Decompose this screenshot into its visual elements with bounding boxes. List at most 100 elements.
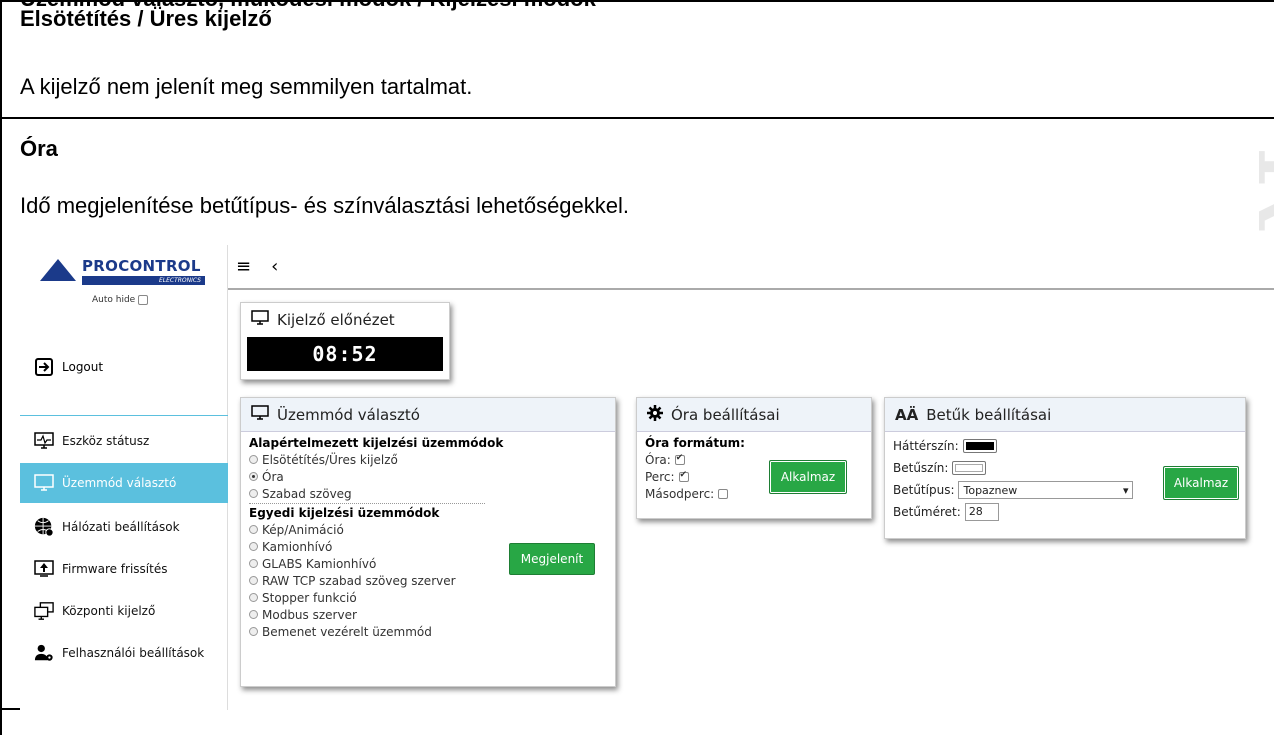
logout-icon — [34, 357, 54, 377]
radio[interactable] — [249, 593, 258, 602]
autohide-toggle[interactable]: Auto hide — [92, 295, 149, 305]
sidebar-item-kozponti-kijelzo[interactable]: Központi kijelző — [20, 591, 228, 631]
fg-color-label: Betűszín: — [893, 461, 949, 475]
radio[interactable] — [249, 489, 258, 498]
monitor-pulse-icon — [34, 431, 54, 451]
bg-color-picker[interactable] — [962, 439, 997, 453]
font-panel-header: AÄ Betűk beállításai — [885, 398, 1245, 432]
mode-option-clock[interactable]: Óra — [249, 468, 607, 485]
sidebar-item-label: Eszköz státusz — [62, 434, 150, 448]
app-screenshot: PROCONTROL ELECTRONICS Auto hide Logout … — [20, 245, 1274, 710]
clock-display: 08:52 — [247, 337, 443, 371]
second-label: Másodperc: — [645, 486, 715, 501]
option-label: RAW TCP szabad szöveg szerver — [262, 573, 456, 588]
preview-panel: Kijelző előnézet 08:52 — [240, 302, 450, 380]
group-divider — [249, 503, 485, 504]
logo-triangle-icon — [40, 259, 76, 281]
radio[interactable] — [249, 627, 258, 636]
preview-panel-header: Kijelző előnézet — [241, 303, 449, 337]
logo-name: PROCONTROL — [82, 257, 201, 275]
font-type-select[interactable]: Topaznew ▾ — [958, 481, 1134, 499]
table-top-border — [0, 0, 1274, 2]
spacer — [228, 708, 229, 735]
sidebar-divider — [20, 415, 228, 416]
radio[interactable] — [249, 455, 258, 464]
section-text-clock: Idő megjelenítése betűtípus- és színvála… — [20, 193, 630, 218]
upload-icon — [34, 559, 54, 579]
sidebar-item-uzemmod-valaszto[interactable]: Üzemmód választó — [20, 463, 228, 503]
chevron-left-icon[interactable]: ‹ — [271, 256, 278, 277]
svg-text:R: R — [1233, 145, 1274, 231]
dropdown-arrow-icon: ▾ — [1122, 483, 1129, 497]
apply-font-button[interactable]: Alkalmaz — [1163, 466, 1239, 500]
sidebar-item-label: Üzemmód választó — [62, 476, 177, 490]
sidebar-item-felhasznaloi-beallitasok[interactable]: Felhasználói beállítások — [20, 633, 228, 673]
font-size-input[interactable]: 28 — [964, 503, 999, 521]
mode-option-image[interactable]: Kép/Animáció — [249, 521, 607, 538]
option-label: Szabad szöveg — [262, 486, 352, 501]
mode-panel-body: Alapértelmezett kijelzési üzemmódok Elsö… — [241, 432, 615, 644]
table-left-border — [0, 0, 2, 735]
option-label: Óra — [262, 469, 284, 484]
radio[interactable] — [249, 559, 258, 568]
sidebar-item-label: Firmware frissítés — [62, 562, 168, 576]
monitor-icon — [251, 404, 269, 425]
mode-panel: Üzemmód választó Alapértelmezett kijelzé… — [240, 397, 616, 687]
watermark-letters: CO R — [1233, 65, 1274, 239]
mode-option-stopper[interactable]: Stopper funkció — [249, 589, 607, 606]
sidebar-item-label: Központi kijelző — [62, 604, 156, 618]
clock-format-label: Óra formátum: — [645, 436, 745, 450]
procontrol-logo: PROCONTROL ELECTRONICS — [40, 255, 210, 291]
preview-title: Kijelző előnézet — [277, 311, 395, 329]
mode-option-modbus[interactable]: Modbus szerver — [249, 606, 607, 623]
mode-option-free-text[interactable]: Szabad szöveg — [249, 485, 607, 502]
sidebar-item-firmware-frissites[interactable]: Firmware frissítés — [20, 549, 228, 589]
show-button[interactable]: Megjelenít — [509, 543, 595, 575]
monitor-icon — [34, 473, 54, 493]
globe-gear-icon — [34, 517, 54, 537]
sidebar-item-eszkoz-statusz[interactable]: Eszköz státusz — [20, 421, 228, 461]
group-default-title: Alapértelmezett kijelzési üzemmódok — [249, 436, 504, 450]
mode-panel-header: Üzemmód választó — [241, 398, 615, 432]
font-type-label: Betűtípus: — [893, 483, 955, 497]
mode-option-input-driven[interactable]: Bemenet vezérelt üzemmód — [249, 623, 607, 640]
monitor-icon — [251, 310, 269, 330]
apply-clock-button[interactable]: Alkalmaz — [769, 460, 847, 494]
autohide-checkbox[interactable] — [138, 295, 149, 305]
radio[interactable] — [249, 525, 258, 534]
hour-checkbox[interactable] — [674, 453, 685, 465]
option-label: Kép/Animáció — [262, 522, 344, 537]
section-title-blank: Elsötétítés / Üres kijelző — [20, 6, 272, 31]
radio[interactable] — [249, 610, 258, 619]
clock-panel-title: Óra beállításai — [671, 405, 780, 424]
clock-panel: Óra beállításai Óra formátum: Óra: Perc:… — [636, 397, 872, 519]
font-panel-title: Betűk beállításai — [926, 405, 1052, 424]
fg-color-picker[interactable] — [952, 461, 987, 475]
font-type-value: Topaznew — [963, 483, 1018, 497]
logout-button[interactable]: Logout — [34, 357, 103, 377]
font-size-row: Betűméret: 28 — [893, 501, 1237, 523]
sidebar-item-halozati-beallitasok[interactable]: Hálózati beállítások — [20, 507, 228, 547]
minute-checkbox[interactable] — [678, 470, 689, 482]
font-size-icon: AÄ — [895, 405, 919, 424]
option-label: Modbus szerver — [262, 607, 357, 622]
mode-option-blank[interactable]: Elsötétítés/Üres kijelző — [249, 451, 607, 468]
option-label: Bemenet vezérelt üzemmód — [262, 624, 432, 639]
bg-color-row: Háttérszín: — [893, 435, 1237, 457]
section-text-blank: A kijelző nem jelenít meg semmilyen tart… — [20, 74, 473, 99]
hamburger-menu-icon[interactable]: ≡ — [236, 256, 251, 277]
autohide-label: Auto hide — [92, 295, 136, 305]
radio-selected[interactable] — [249, 472, 258, 481]
font-size-label: Betűméret: — [893, 505, 961, 519]
sidebar-item-label: Felhasználói beállítások — [62, 646, 205, 660]
logout-label: Logout — [62, 360, 104, 374]
radio[interactable] — [249, 542, 258, 551]
radio[interactable] — [249, 576, 258, 585]
minute-label: Perc: — [645, 469, 675, 484]
bg-color-label: Háttérszín: — [893, 439, 959, 453]
second-checkbox[interactable] — [718, 488, 729, 499]
section-title-clock: Óra — [20, 136, 58, 161]
option-label: GLABS Kamionhívó — [262, 556, 377, 571]
screens-icon — [34, 601, 54, 621]
option-label: Stopper funkció — [262, 590, 357, 605]
